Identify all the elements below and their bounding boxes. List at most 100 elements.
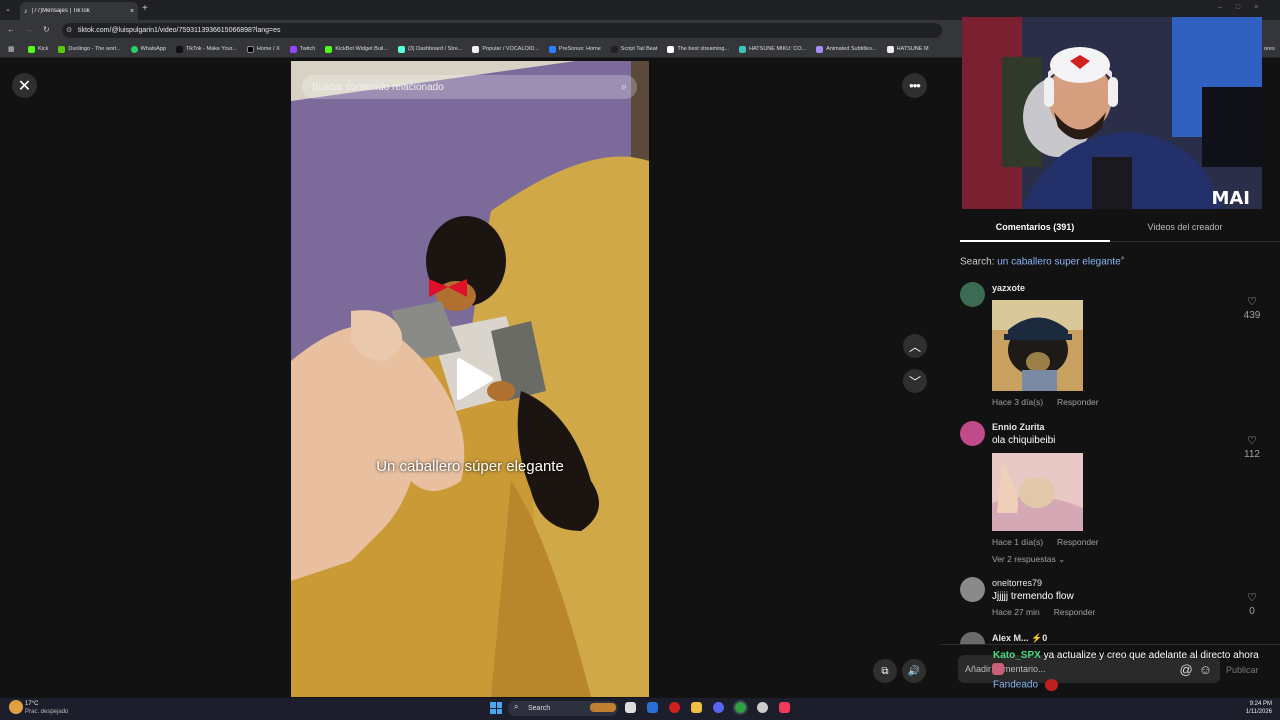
comment-meta: Hace 3 día(s) Responder [992,397,1099,407]
bookmark-x[interactable]: Home / X [247,46,280,53]
like-count: 0 [1240,606,1264,617]
comment-text: ola chiquibeibi [992,435,1055,446]
bookmark-presonus[interactable]: PreSonus: Home [549,46,601,53]
close-icon: ✕ [18,76,31,96]
clock-time[interactable]: 9:24 PM [1236,701,1272,707]
play-icon[interactable] [455,357,495,401]
bookmark-script[interactable]: Script Tail Beat [611,46,658,53]
streamer-webcam-image [962,17,1262,209]
bookmark-vocaloid[interactable]: Popular / VOCALOID... [472,46,539,53]
window-close-icon[interactable]: × [1254,4,1258,11]
next-video-button[interactable]: ﹀ [903,369,927,393]
search-icon[interactable]: ⌕ [621,81,627,94]
comments-panel [940,210,1280,698]
related-search-input[interactable]: Buscar contenido relacionado ⌕ [302,75,637,99]
mention-icon[interactable]: @ [1180,662,1193,677]
close-video-button[interactable]: ✕ [12,73,37,98]
comment-image[interactable] [992,453,1083,531]
bookmark-tiktok[interactable]: TikTok - Make Your... [176,46,237,53]
discord-icon[interactable] [713,702,724,713]
comment-image[interactable] [992,300,1083,391]
minimize-icon[interactable]: – [1218,4,1222,11]
search-small-icon: ⌕ [1121,255,1125,262]
comment-search-suggestion[interactable]: Search: un caballero super elegante⌕ [960,255,1125,267]
video-caption: Un caballero súper elegante [291,458,649,475]
chat-badge-icon [992,663,1004,675]
overlay-chat-message: Kato_SPX ya actualize y creo que adelant… [993,650,1259,661]
like-heart-icon[interactable]: ♡ [1240,591,1264,604]
back-icon[interactable]: ← [7,25,15,34]
bookmark-kick[interactable]: Kick [28,46,48,53]
taskbar-apps [625,702,790,713]
comment-time: Hace 3 día(s) [992,397,1043,407]
tab-creator-videos[interactable]: Videos del creador [1110,222,1260,232]
emoji-icon[interactable]: ☺ [1199,662,1212,677]
maximize-icon[interactable]: □ [1236,4,1240,11]
search-icon: ⌕ [514,702,518,712]
previous-video-button[interactable]: ︿ [903,334,927,358]
bookmark-hatsune[interactable]: HATSUNE MIKU: CO... [739,46,806,53]
bookmark-dashboard[interactable]: (3) Dashboard / Stre... [398,46,462,53]
bookmark-twitch[interactable]: Twitch [290,46,316,53]
weather-icon[interactable] [9,700,23,714]
comment-username[interactable]: oneltorres79 [992,578,1042,588]
like-count: 439 [1240,310,1264,321]
music-app-icon[interactable] [779,702,790,713]
avatar[interactable] [960,421,985,446]
copilot-icon[interactable] [647,702,658,713]
bookmark-duolingo[interactable]: Duolingo - The worl... [58,46,120,53]
browser-tab[interactable]: ♪ (77)Mensajes | TikTok × [20,2,138,20]
bookmarks-overflow[interactable]: ores [1264,46,1275,52]
chrome-icon[interactable] [735,702,746,713]
bookmark-streaming[interactable]: The best streaming... [667,46,729,53]
clock-date[interactable]: 1/11/2026 [1236,709,1272,715]
comment-time: Hace 27 min [992,607,1040,617]
windows-start-icon[interactable] [490,702,502,714]
publish-button[interactable]: Publicar [1226,665,1259,675]
new-tab-icon[interactable]: + [142,3,148,14]
search-term-link[interactable]: un caballero super elegante [997,256,1120,267]
tiktok-favicon-icon: ♪ [24,8,28,15]
app-icon[interactable] [669,702,680,713]
tab-comments[interactable]: Comentarios (391) [960,222,1110,232]
avatar[interactable] [960,577,985,602]
bookmark-kickbot[interactable]: KickBot Widget Buil... [325,46,388,53]
chatgpt-icon[interactable] [757,702,768,713]
weather-temp[interactable]: 17°C [25,701,38,707]
chat-username: Fandeado [993,680,1038,691]
bookmark-subtitles[interactable]: Animated Subtitles... [816,46,876,53]
pip-button[interactable]: ⧉ [873,659,897,683]
forward-icon[interactable]: → [25,25,33,34]
view-replies-button[interactable]: Ver 2 respuestas ⌄ [992,554,1065,565]
avatar[interactable] [960,282,985,307]
chevron-down-icon: ⌄ [1058,554,1065,564]
task-view-icon[interactable] [625,702,636,713]
reply-button[interactable]: Responder [1057,537,1099,547]
volume-button[interactable]: 🔊 [902,659,926,683]
comment-meta: Hace 1 día(s) Responder [992,537,1099,547]
related-search-placeholder: Buscar contenido relacionado [312,82,621,93]
url-bar[interactable]: tiktok.com/@luispulgarin1/video/75931139… [62,23,942,38]
reply-button[interactable]: Responder [1054,607,1096,617]
reload-icon[interactable]: ↻ [43,25,50,34]
site-info-icon[interactable]: ⚙ [66,26,72,34]
devil-emote-icon [1045,679,1058,691]
comment-username[interactable]: Alex M... ⚡0 [992,633,1047,644]
bookmark-whatsapp[interactable]: WhatsApp [131,46,166,53]
bookmark-hatsune-2[interactable]: HATSUNE M [887,46,929,53]
pip-icon: ⧉ [881,666,888,677]
tab-list-chevron-icon[interactable]: ⌄ [5,5,11,13]
comment-meta: Hace 27 min Responder [992,607,1095,617]
comment-username[interactable]: Ennio Zurita [992,422,1045,432]
comment-username[interactable]: yazxote [992,283,1025,293]
weather-desc[interactable]: Prac. despejado [25,709,68,715]
reply-button[interactable]: Responder [1057,397,1099,407]
like-heart-icon[interactable]: ♡ [1240,295,1264,308]
like-heart-icon[interactable]: ♡ [1240,434,1264,447]
file-explorer-icon[interactable] [691,702,702,713]
more-options-button[interactable]: ••• [902,73,927,98]
tab-close-icon[interactable]: × [130,8,134,15]
like-count: 112 [1240,449,1264,460]
window-controls: – □ × [1218,4,1258,11]
apps-grid-icon[interactable]: ▦ [8,45,15,53]
